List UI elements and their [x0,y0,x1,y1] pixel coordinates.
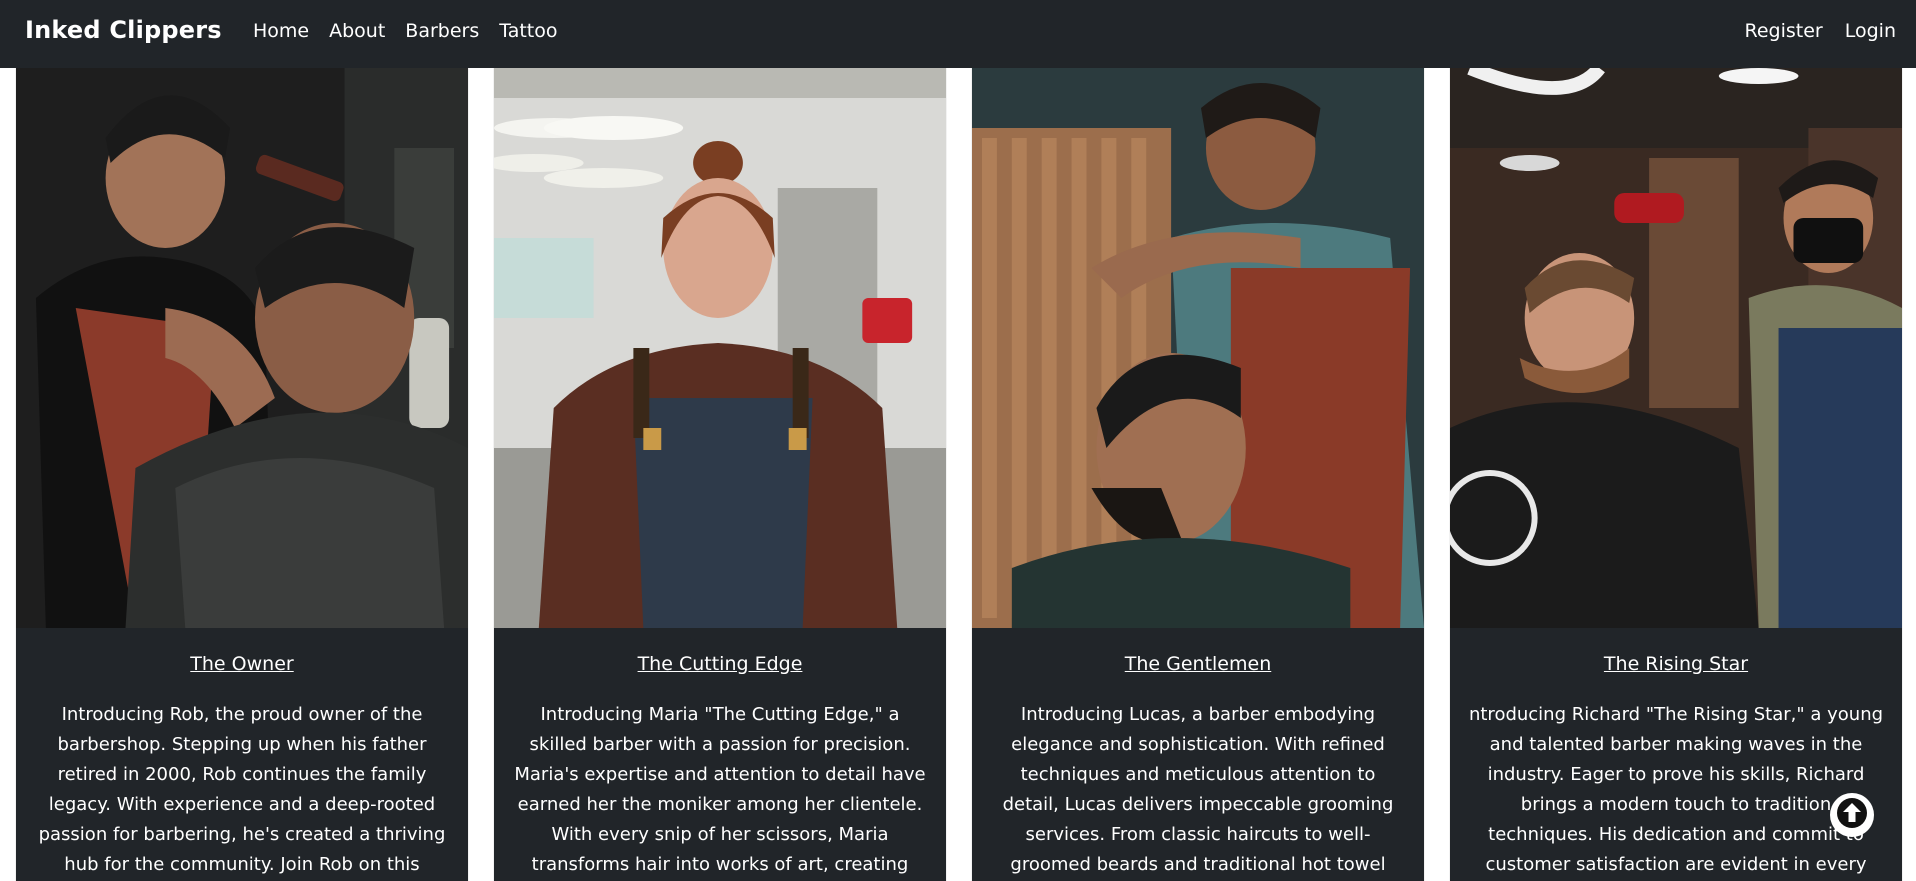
nav-tattoo-link[interactable]: Tattoo [499,20,557,42]
scroll-to-top-button[interactable] [1830,793,1874,837]
brand-logo[interactable]: Inked Clippers [25,16,222,44]
nav-links: Home About Barbers Tattoo [253,20,558,42]
barber-card-rising-star: The Rising Star ntroducing Richard "The … [1449,68,1903,881]
barber-title-cutting-edge[interactable]: The Cutting Edge [494,653,946,675]
barber-photo-richard [1450,68,1902,628]
barbers-section: The Owner Introducing Rob, the proud own… [0,68,1916,881]
nav-register-link[interactable]: Register [1745,20,1823,42]
barber-photo-maria [494,68,946,628]
nav-auth-links: Register Login [1745,20,1897,42]
barber-card-cutting-edge: The Cutting Edge Introducing Maria "The … [493,68,947,881]
barber-card-owner: The Owner Introducing Rob, the proud own… [15,68,469,881]
barber-description-gentlemen: Introducing Lucas, a barber embodying el… [1002,704,1394,875]
nav-login-link[interactable]: Login [1845,20,1896,42]
barber-photo-rob [16,68,468,628]
nav-home-link[interactable]: Home [253,20,309,42]
barber-description-cutting-edge: Introducing Maria "The Cutting Edge," a … [514,704,926,875]
barber-title-rising-star[interactable]: The Rising Star [1450,653,1902,675]
navbar: Inked Clippers Home About Barbers Tattoo… [0,0,1916,68]
barber-title-gentlemen[interactable]: The Gentlemen [972,653,1424,675]
nav-barbers-link[interactable]: Barbers [405,20,479,42]
barber-description-rising-star: ntroducing Richard "The Rising Star," a … [1468,704,1884,875]
barber-card-gentlemen: The Gentlemen Introducing Lucas, a barbe… [971,68,1425,881]
barber-photo-lucas [972,68,1424,628]
barber-title-owner[interactable]: The Owner [16,653,468,675]
barber-description-owner: Introducing Rob, the proud owner of the … [38,704,446,875]
nav-about-link[interactable]: About [329,20,385,42]
arrow-up-circle-icon [1830,791,1874,839]
